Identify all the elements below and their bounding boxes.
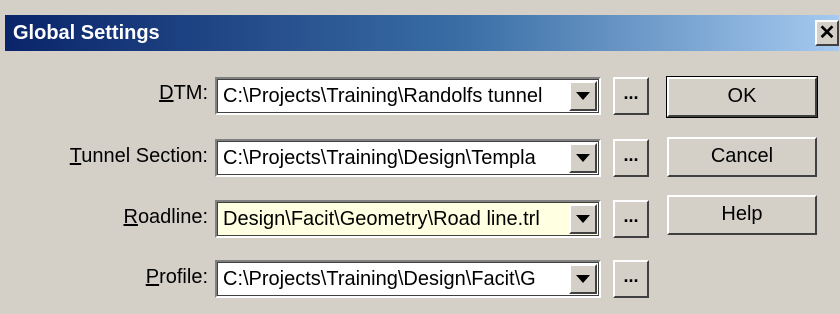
- dtm-combobox[interactable]: C:\Projects\Training\Randolfs tunnel: [215, 77, 601, 115]
- roadline-label: Roadline:: [123, 206, 208, 229]
- roadline-combobox[interactable]: Design\Facit\Geometry\Road line.trl: [215, 200, 601, 238]
- roadline-browse-button[interactable]: ...: [613, 200, 649, 238]
- profile-label-text: rofile:: [159, 266, 208, 288]
- roadline-value: Design\Facit\Geometry\Road line.trl: [223, 208, 540, 230]
- chevron-down-icon: [576, 154, 590, 162]
- dtm-browse-button[interactable]: ...: [613, 77, 649, 115]
- chevron-down-icon: [576, 215, 590, 223]
- dtm-label: DTM:: [159, 82, 208, 105]
- profile-combobox[interactable]: C:\Projects\Training\Design\Facit\G: [215, 260, 601, 298]
- title-bar[interactable]: Global Settings ✕: [5, 15, 839, 51]
- close-icon: ✕: [818, 22, 836, 44]
- cancel-button[interactable]: Cancel: [667, 137, 817, 177]
- tunnel-section-label: Tunnel Section:: [70, 145, 208, 168]
- dtm-label-mnemonic: D: [159, 82, 174, 104]
- profile-label: Profile:: [146, 266, 208, 289]
- tunnel-section-dropdown-button[interactable]: [569, 143, 597, 173]
- profile-browse-button[interactable]: ...: [613, 260, 649, 298]
- dtm-dropdown-button[interactable]: [569, 81, 597, 111]
- tunnel-section-value: C:\Projects\Training\Design\Templa: [223, 147, 536, 169]
- tunnel-section-label-text: unnel Section:: [81, 145, 208, 167]
- chevron-down-icon: [576, 275, 590, 283]
- help-button[interactable]: Help: [667, 195, 817, 235]
- ok-button[interactable]: OK: [666, 76, 818, 118]
- profile-value: C:\Projects\Training\Design\Facit\G: [223, 268, 536, 290]
- close-button[interactable]: ✕: [815, 20, 839, 46]
- tunnel-section-combobox[interactable]: C:\Projects\Training\Design\Templa: [215, 139, 601, 177]
- roadline-label-mnemonic: R: [123, 206, 138, 228]
- chevron-down-icon: [576, 92, 590, 100]
- dtm-value: C:\Projects\Training\Randolfs tunnel: [223, 85, 543, 107]
- roadline-dropdown-button[interactable]: [569, 204, 597, 234]
- tunnel-section-label-mnemonic: T: [69, 145, 82, 167]
- profile-label-mnemonic: P: [145, 266, 160, 288]
- profile-dropdown-button[interactable]: [569, 264, 597, 294]
- global-settings-dialog: Global Settings ✕ DTM: C:\Projects\Train…: [0, 0, 840, 314]
- tunnel-section-browse-button[interactable]: ...: [613, 139, 649, 177]
- dtm-label-text: TM:: [173, 82, 208, 104]
- roadline-label-text: oadline:: [137, 206, 208, 228]
- window-title: Global Settings: [13, 22, 160, 44]
